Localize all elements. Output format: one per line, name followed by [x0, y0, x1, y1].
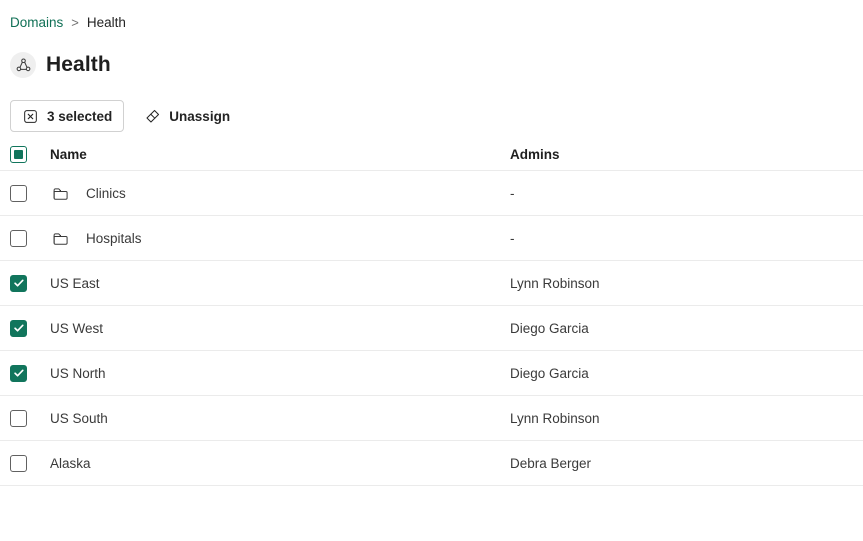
row-select-cell [10, 455, 40, 472]
table-row[interactable]: Clinics - [0, 171, 863, 216]
row-name-label: Alaska [40, 456, 91, 471]
row-checkbox[interactable] [10, 275, 27, 292]
row-checkbox[interactable] [10, 230, 27, 247]
row-name-label: Clinics [86, 186, 126, 201]
cell-admins: Diego Garcia [508, 366, 863, 381]
row-name-label: US South [40, 411, 108, 426]
select-all-checkbox[interactable] [10, 146, 27, 163]
cell-admins: - [508, 231, 863, 246]
table-row[interactable]: US West Diego Garcia [0, 306, 863, 351]
row-name-label: Hospitals [86, 231, 142, 246]
unassign-label: Unassign [169, 109, 230, 124]
page-title: Health [46, 52, 111, 78]
cell-admins: Debra Berger [508, 456, 863, 471]
table-row[interactable]: Hospitals - [0, 216, 863, 261]
breadcrumb-separator: > [71, 13, 79, 33]
row-select-cell [10, 230, 40, 247]
breadcrumb-current-health: Health [87, 13, 126, 33]
row-name-label: US North [40, 366, 106, 381]
folder-icon [50, 184, 72, 202]
breadcrumb-link-domains[interactable]: Domains [10, 13, 63, 33]
row-name-label: US East [40, 276, 100, 291]
row-checkbox[interactable] [10, 320, 27, 337]
share-network-icon [10, 52, 36, 78]
toolbar: 3 selected Unassign [10, 100, 240, 132]
table-body: Clinics-Hospitals-US EastLynn RobinsonUS… [0, 171, 863, 486]
row-select-cell [10, 365, 40, 382]
cell-name: US South [40, 411, 508, 426]
table-row[interactable]: US South Lynn Robinson [0, 396, 863, 441]
cell-name: US West [40, 321, 508, 336]
table-row[interactable]: US North Diego Garcia [0, 351, 863, 396]
selected-count-label: 3 selected [47, 109, 112, 124]
row-select-cell [10, 275, 40, 292]
row-checkbox[interactable] [10, 455, 27, 472]
cell-admins: Diego Garcia [508, 321, 863, 336]
cell-name: US East [40, 276, 508, 291]
cell-name: Hospitals [40, 229, 508, 247]
table-row[interactable]: Alaska Debra Berger [0, 441, 863, 486]
dismiss-square-icon [22, 108, 39, 125]
cell-name: US North [40, 366, 508, 381]
row-checkbox[interactable] [10, 365, 27, 382]
row-checkbox[interactable] [10, 410, 27, 427]
selected-count-button[interactable]: 3 selected [10, 100, 124, 132]
column-header-admins[interactable]: Admins [508, 147, 863, 162]
cell-name: Clinics [40, 184, 508, 202]
page-header: Health [10, 52, 111, 78]
cell-admins: Lynn Robinson [508, 276, 863, 291]
row-select-cell [10, 410, 40, 427]
breadcrumb: Domains > Health [10, 13, 126, 33]
row-checkbox[interactable] [10, 185, 27, 202]
row-name-label: US West [40, 321, 103, 336]
eraser-icon [144, 108, 161, 125]
table-row[interactable]: US East Lynn Robinson [0, 261, 863, 306]
folder-icon [50, 229, 72, 247]
domains-table: Name Admins Clinics - Hospitals - US East Lyn… [0, 138, 863, 486]
select-all-cell [10, 146, 40, 163]
cell-admins: Lynn Robinson [508, 411, 863, 426]
unassign-button[interactable]: Unassign [134, 100, 240, 132]
column-header-name[interactable]: Name [40, 147, 508, 162]
cell-admins: - [508, 186, 863, 201]
table-header-row: Name Admins [0, 138, 863, 171]
row-select-cell [10, 320, 40, 337]
row-select-cell [10, 185, 40, 202]
cell-name: Alaska [40, 456, 508, 471]
